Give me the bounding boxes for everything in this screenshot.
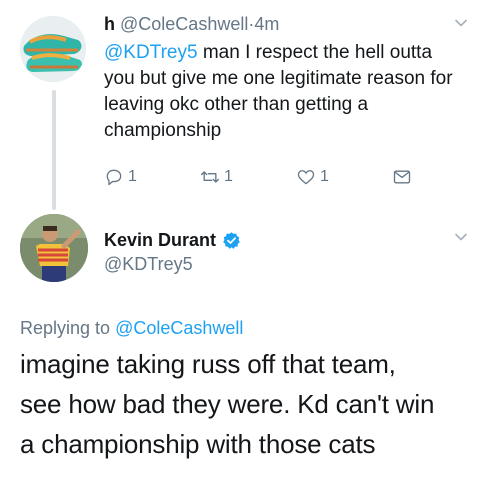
retweet-icon: [201, 171, 219, 183]
tweet2-text: imagine taking russ off that team, see h…: [20, 344, 470, 464]
tweet1-text: @KDTrey5 man I respect the hell outta yo…: [104, 40, 464, 144]
like-button[interactable]: 1: [296, 166, 329, 188]
tweet2-text-line: a championship with those cats: [20, 429, 376, 459]
like-count: 1: [320, 168, 329, 185]
reply-icon: [106, 169, 122, 186]
sneaker-avatar-image: [20, 16, 86, 82]
retweet-button[interactable]: 1: [200, 166, 233, 188]
tweet2-author[interactable]: Kevin Durant: [104, 228, 241, 252]
tweet2-author-name[interactable]: Kevin Durant: [104, 228, 216, 252]
tweet2-author-handle[interactable]: @KDTrey5: [104, 252, 193, 276]
replying-to-line: Replying to @ColeCashwell: [20, 316, 243, 340]
message-icon: [393, 170, 411, 184]
replying-to-mention-link[interactable]: @ColeCashwell: [115, 318, 243, 338]
tweet1-author-handle[interactable]: @ColeCashwell: [120, 14, 248, 34]
chevron-down-icon[interactable]: [454, 16, 468, 30]
chevron-down-icon[interactable]: [454, 230, 468, 244]
verified-badge-icon: [223, 231, 240, 249]
tweet2-text-line: imagine taking russ off that team,: [20, 349, 396, 379]
retweet-count: 1: [224, 168, 233, 185]
kevin-durant-avatar-image: [20, 214, 88, 282]
tweet1-action-bar: 1 1 1: [104, 166, 444, 188]
tweet2-text-line: see how bad they were. Kd can't win: [20, 389, 435, 419]
tweet1-mention-link[interactable]: @KDTrey5: [104, 42, 198, 63]
reply-count: 1: [128, 168, 137, 185]
avatar-kdtrey5[interactable]: [20, 214, 88, 282]
tweet1-author-name[interactable]: h: [104, 14, 115, 34]
replying-to-label: Replying to: [20, 318, 116, 338]
thread-connector-line: [52, 90, 56, 210]
reply-button[interactable]: 1: [104, 166, 137, 188]
tweet1-header: h @ColeCashwell·4m: [104, 12, 279, 36]
avatar-colecashwell[interactable]: [20, 16, 86, 82]
tweet1-timestamp[interactable]: 4m: [254, 14, 279, 34]
like-icon: [297, 170, 315, 185]
direct-message-button[interactable]: [392, 166, 416, 188]
